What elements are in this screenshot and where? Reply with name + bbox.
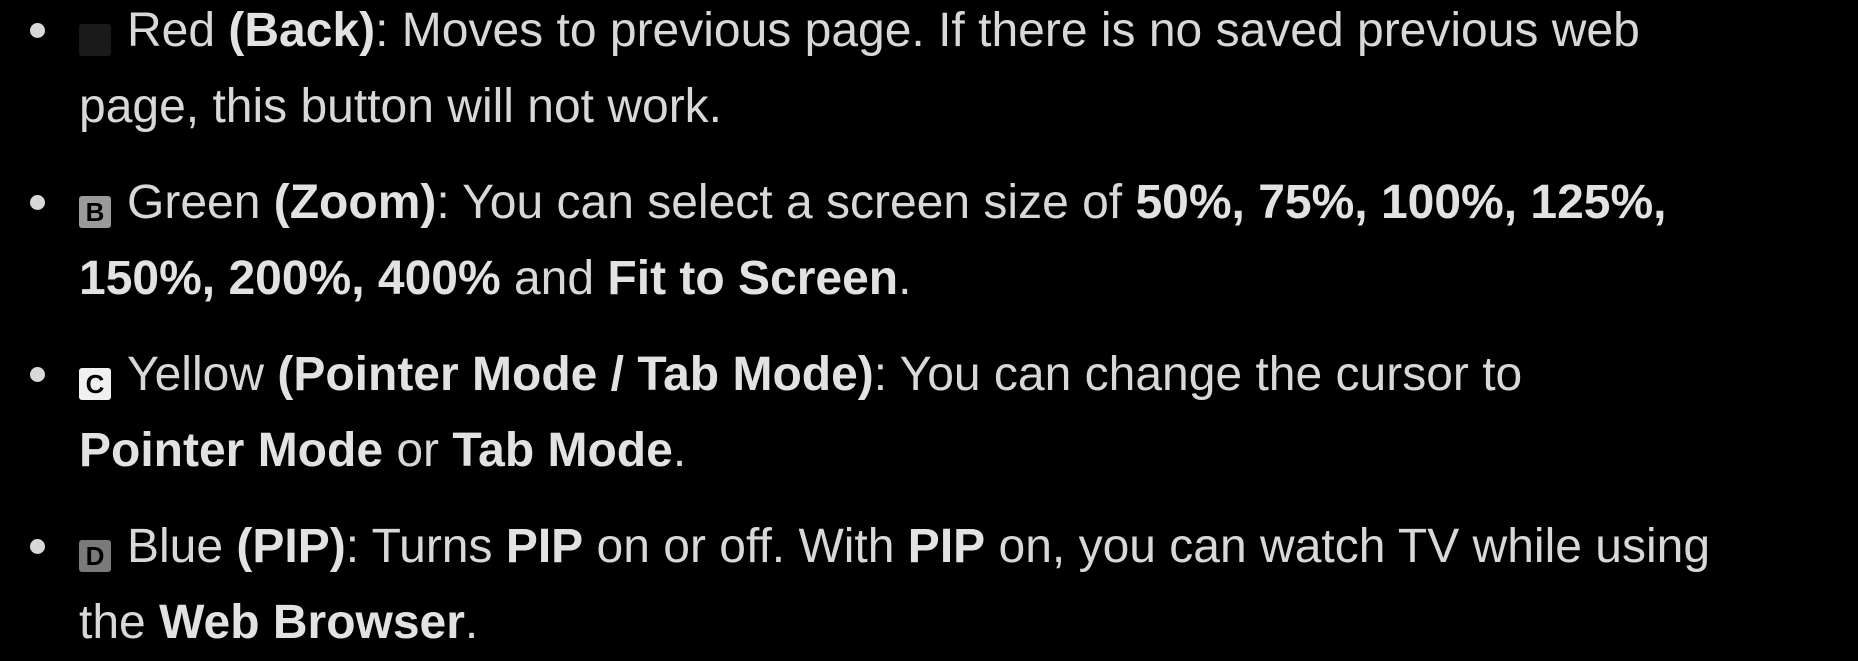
bullet-dot (30, 23, 45, 38)
period: . (464, 596, 479, 649)
separator: : (375, 4, 402, 57)
pointer-mode: Pointer Mode (79, 424, 384, 477)
bullet-dot (30, 539, 45, 554)
zoom-sizes: 50%, 75%, 100%, 125%, (1135, 176, 1667, 229)
color-name: Blue (127, 520, 224, 573)
description-continued: the (79, 596, 160, 649)
tab-mode: Tab Mode (452, 424, 673, 477)
yellow-c-key-icon: C (79, 368, 111, 400)
list-item-red-back: A Red (Back): Moves to previous page. If … (0, 0, 1858, 145)
color-button-list: A Red (Back): Moves to previous page. If … (0, 0, 1858, 661)
list-item-yellow-mode: C Yellow (Pointer Mode / Tab Mode): You c… (0, 337, 1858, 489)
zoom-sizes-continued: 150%, 200%, 400% (79, 252, 501, 305)
separator: : (345, 520, 372, 573)
period: . (898, 252, 912, 305)
description: Moves to previous page. If there is no s… (401, 4, 1640, 57)
web-browser: Web Browser (159, 596, 465, 649)
button-label: (Back) (228, 4, 376, 57)
button-label: (PIP) (236, 520, 346, 573)
green-b-key-icon: B (79, 196, 111, 228)
separator: : (873, 348, 900, 401)
pip-term: PIP (505, 520, 584, 573)
description: on or off. With (583, 520, 908, 573)
button-label: (Pointer Mode / Tab Mode) (277, 348, 874, 401)
list-item-green-zoom: B Green (Zoom): You can select a screen s… (0, 165, 1858, 317)
separator: : (436, 176, 463, 229)
list-item-blue-pip: D Blue (PIP): Turns PIP on or off. With P… (0, 509, 1858, 661)
color-name: Green (127, 176, 261, 229)
description: on, you can watch TV while using (985, 520, 1711, 573)
color-name: Red (127, 4, 216, 57)
bullet-dot (30, 367, 45, 382)
conjunction: or (383, 424, 453, 477)
red-a-key-icon: A (79, 24, 111, 56)
color-name: Yellow (127, 348, 264, 401)
fit-to-screen: Fit to Screen (607, 252, 899, 305)
bullet-dot (30, 195, 45, 210)
period: . (672, 424, 687, 477)
pip-term: PIP (907, 520, 986, 573)
button-label: (Zoom) (273, 176, 437, 229)
description: You can select a screen size of (462, 176, 1136, 229)
conjunction: and (500, 252, 608, 305)
description-continued: page, this button will not work. (79, 80, 723, 133)
description: Turns (371, 520, 506, 573)
blue-d-key-icon: D (79, 540, 111, 572)
description: You can change the cursor to (899, 348, 1523, 401)
